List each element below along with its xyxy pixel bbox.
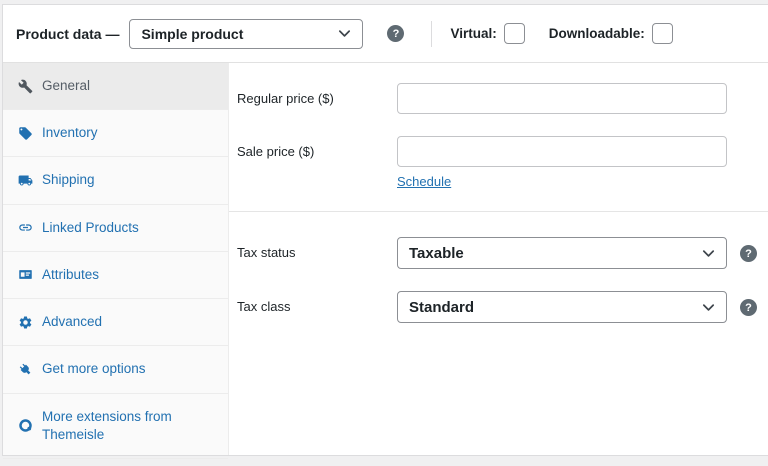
plug-icon bbox=[17, 361, 33, 377]
chevron-down-icon bbox=[701, 246, 716, 261]
header-divider bbox=[431, 21, 432, 47]
chevron-down-icon bbox=[701, 300, 716, 315]
gear-icon bbox=[17, 314, 33, 330]
tab-advanced[interactable]: Advanced bbox=[3, 299, 228, 346]
metabox-header: Product data — Simple product ? Virtual:… bbox=[3, 5, 768, 63]
sale-price-input[interactable] bbox=[397, 136, 727, 167]
tab-more-extensions[interactable]: More extensions from Themeisle bbox=[3, 394, 228, 459]
product-type-value: Simple product bbox=[141, 26, 243, 42]
help-icon[interactable]: ? bbox=[387, 25, 404, 42]
regular-price-row: Regular price ($) bbox=[237, 83, 768, 114]
tab-linked-products[interactable]: Linked Products bbox=[3, 205, 228, 252]
tab-attributes[interactable]: Attributes bbox=[3, 252, 228, 299]
page-title: Product data — bbox=[16, 26, 119, 42]
tax-status-value: Taxable bbox=[409, 245, 464, 262]
tab-label: More extensions from Themeisle bbox=[42, 408, 207, 444]
tab-label: Shipping bbox=[42, 171, 95, 189]
section-divider bbox=[229, 211, 768, 212]
tab-general[interactable]: General bbox=[3, 63, 228, 110]
virtual-label: Virtual: bbox=[450, 26, 496, 41]
tax-status-label: Tax status bbox=[237, 237, 397, 260]
wrench-icon bbox=[17, 78, 33, 94]
tab-label: Advanced bbox=[42, 313, 102, 331]
chevron-down-icon bbox=[337, 26, 352, 41]
truck-icon bbox=[17, 173, 33, 189]
tax-class-value: Standard bbox=[409, 299, 474, 316]
tab-label: Linked Products bbox=[42, 219, 139, 237]
tab-shipping[interactable]: Shipping bbox=[3, 157, 228, 204]
tag-icon bbox=[17, 125, 33, 141]
tab-inventory[interactable]: Inventory bbox=[3, 110, 228, 157]
help-icon[interactable]: ? bbox=[740, 299, 757, 316]
tab-label: Get more options bbox=[42, 360, 146, 378]
product-type-select[interactable]: Simple product bbox=[129, 19, 363, 49]
tax-class-row: Tax class Standard ? bbox=[237, 291, 768, 323]
tab-label: Attributes bbox=[42, 266, 99, 284]
product-data-tabs: General Inventory Shipping Linked Produc… bbox=[3, 63, 229, 455]
metabox-body: General Inventory Shipping Linked Produc… bbox=[3, 63, 768, 455]
tab-label: General bbox=[42, 77, 90, 95]
tax-class-label: Tax class bbox=[237, 291, 397, 314]
product-data-metabox: Product data — Simple product ? Virtual:… bbox=[2, 4, 768, 456]
tab-label: Inventory bbox=[42, 124, 98, 142]
downloadable-checkbox[interactable] bbox=[652, 23, 673, 44]
general-panel: Regular price ($) Sale price ($) Schedul… bbox=[229, 63, 768, 455]
tax-status-select[interactable]: Taxable bbox=[397, 237, 727, 269]
card-icon bbox=[17, 267, 33, 283]
regular-price-label: Regular price ($) bbox=[237, 83, 397, 106]
virtual-checkbox[interactable] bbox=[504, 23, 525, 44]
tax-class-select[interactable]: Standard bbox=[397, 291, 727, 323]
downloadable-label: Downloadable: bbox=[549, 26, 645, 41]
sale-price-label: Sale price ($) bbox=[237, 136, 397, 159]
tax-status-row: Tax status Taxable ? bbox=[237, 237, 768, 269]
help-icon[interactable]: ? bbox=[740, 245, 757, 262]
link-icon bbox=[17, 220, 33, 236]
schedule-link[interactable]: Schedule bbox=[397, 174, 451, 189]
sale-price-row: Sale price ($) Schedule bbox=[237, 136, 768, 189]
tab-get-more-options[interactable]: Get more options bbox=[3, 346, 228, 393]
themeisle-icon bbox=[17, 418, 33, 434]
regular-price-input[interactable] bbox=[397, 83, 727, 114]
